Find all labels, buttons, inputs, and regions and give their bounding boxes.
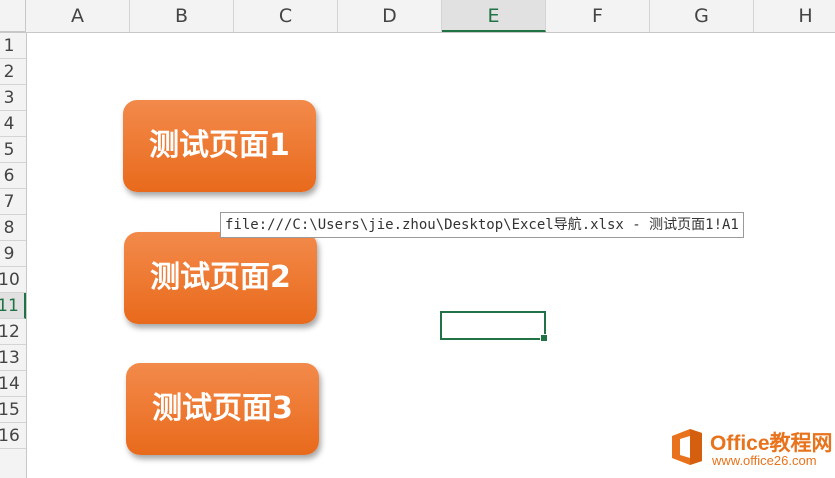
row-header-6[interactable]: 6 [0, 163, 26, 189]
watermark-url: www.office26.com [712, 453, 817, 468]
nav-button-test-page-2[interactable]: 测试页面2 [124, 232, 317, 324]
hyperlink-tooltip: file:///C:\Users\jie.zhou\Desktop\Excel导… [220, 212, 744, 238]
row-header-3[interactable]: 3 [0, 85, 26, 111]
row-header-5[interactable]: 5 [0, 137, 26, 163]
row-header-12[interactable]: 12 [0, 319, 26, 345]
nav-button-test-page-3[interactable]: 测试页面3 [126, 363, 319, 455]
selected-cell-e11[interactable] [440, 311, 548, 342]
row-header-bar: 1 2 3 4 5 6 7 8 9 10 11 12 13 14 15 16 [0, 33, 27, 478]
nav-button-test-page-1[interactable]: 测试页面1 [123, 100, 316, 192]
column-header-f[interactable]: F [546, 0, 650, 32]
column-header-g[interactable]: G [650, 0, 754, 32]
row-header-13[interactable]: 13 [0, 345, 26, 371]
row-header-15[interactable]: 15 [0, 397, 26, 423]
row-header-9[interactable]: 9 [0, 241, 26, 267]
row-header-10[interactable]: 10 [0, 267, 26, 293]
row-header-7[interactable]: 7 [0, 189, 26, 215]
column-header-e[interactable]: E [442, 0, 546, 32]
column-header-a[interactable]: A [26, 0, 130, 32]
column-header-h[interactable]: H [754, 0, 835, 32]
column-header-c[interactable]: C [234, 0, 338, 32]
spreadsheet-grid[interactable]: A B C D E F G H 1 2 3 4 5 6 7 8 9 10 11 … [0, 0, 835, 478]
row-header-4[interactable]: 4 [0, 111, 26, 137]
column-header-b[interactable]: B [130, 0, 234, 32]
row-header-1[interactable]: 1 [0, 33, 26, 59]
row-header-8[interactable]: 8 [0, 215, 26, 241]
row-header-2[interactable]: 2 [0, 59, 26, 85]
office-logo-icon [672, 429, 702, 465]
column-header-d[interactable]: D [338, 0, 442, 32]
row-header-11[interactable]: 11 [0, 293, 26, 319]
row-header-14[interactable]: 14 [0, 371, 26, 397]
select-all-corner[interactable] [0, 0, 26, 32]
fill-handle[interactable] [540, 334, 548, 342]
row-header-16[interactable]: 16 [0, 423, 26, 449]
site-watermark: Office教程网 www.office26.com [668, 425, 834, 471]
column-header-bar: A B C D E F G H [0, 0, 835, 33]
